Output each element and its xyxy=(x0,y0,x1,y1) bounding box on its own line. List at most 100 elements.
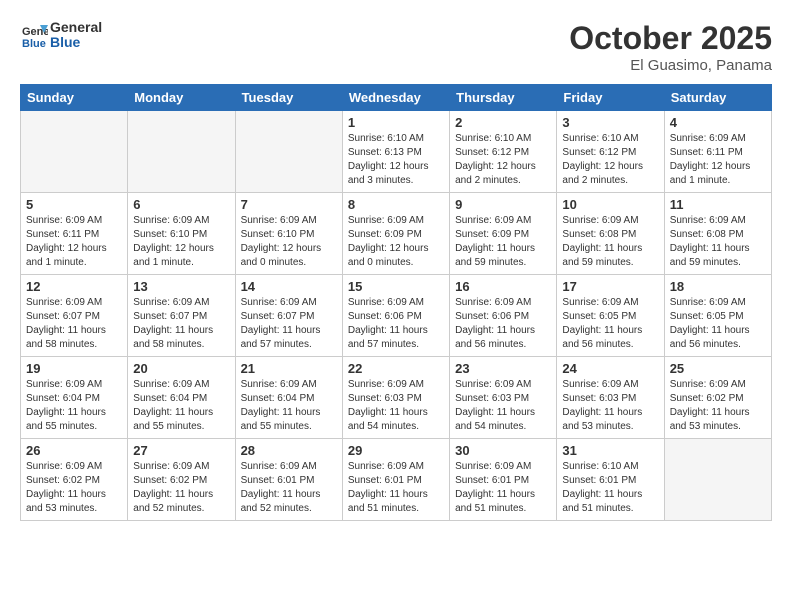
day-number: 14 xyxy=(241,279,337,294)
day-info: Sunrise: 6:09 AM Sunset: 6:10 PM Dayligh… xyxy=(241,214,337,270)
weekday-header-friday: Friday xyxy=(557,85,664,111)
weekday-header-monday: Monday xyxy=(128,85,235,111)
day-info: Sunrise: 6:09 AM Sunset: 6:03 PM Dayligh… xyxy=(455,378,551,434)
day-info: Sunrise: 6:09 AM Sunset: 6:07 PM Dayligh… xyxy=(133,296,229,352)
calendar-cell: 24 Sunrise: 6:09 AM Sunset: 6:03 PM Dayli… xyxy=(557,357,664,439)
day-info: Sunrise: 6:09 AM Sunset: 6:07 PM Dayligh… xyxy=(241,296,337,352)
day-info: Sunrise: 6:09 AM Sunset: 6:11 PM Dayligh… xyxy=(670,132,766,188)
calendar-cell: 3Sunrise: 6:10 AM Sunset: 6:12 PM Daylig… xyxy=(557,111,664,193)
calendar-cell xyxy=(21,111,128,193)
day-number: 5 xyxy=(26,197,122,212)
day-info: Sunrise: 6:09 AM Sunset: 6:03 PM Dayligh… xyxy=(348,378,444,434)
day-number: 7 xyxy=(241,197,337,212)
day-number: 3 xyxy=(562,115,658,130)
svg-text:Blue: Blue xyxy=(22,38,46,49)
logo-blue: Blue xyxy=(50,34,80,50)
day-info: Sunrise: 6:10 AM Sunset: 6:13 PM Dayligh… xyxy=(348,132,444,188)
calendar-cell: 12 Sunrise: 6:09 AM Sunset: 6:07 PM Dayli… xyxy=(21,275,128,357)
day-number: 1 xyxy=(348,115,444,130)
day-number: 4 xyxy=(670,115,766,130)
day-info: Sunrise: 6:09 AM Sunset: 6:07 PM Dayligh… xyxy=(26,296,122,352)
weekday-header-thursday: Thursday xyxy=(450,85,557,111)
day-number: 28 xyxy=(241,443,337,458)
calendar-cell: 17Sunrise: 6:09 AM Sunset: 6:05 PM Dayli… xyxy=(557,275,664,357)
calendar-cell: 7 Sunrise: 6:09 AM Sunset: 6:10 PM Daylig… xyxy=(235,193,342,275)
day-number: 31 xyxy=(562,443,658,458)
weekday-header-tuesday: Tuesday xyxy=(235,85,342,111)
weekday-header-sunday: Sunday xyxy=(21,85,128,111)
day-number: 29 xyxy=(348,443,444,458)
day-number: 24 xyxy=(562,361,658,376)
title-block: October 2025 El Guasimo, Panama xyxy=(569,20,772,74)
calendar-cell: 2 Sunrise: 6:10 AM Sunset: 6:12 PM Daylig… xyxy=(450,111,557,193)
day-info: Sunrise: 6:09 AM Sunset: 6:03 PM Dayligh… xyxy=(562,378,658,434)
calendar-cell: 9 Sunrise: 6:09 AM Sunset: 6:09 PM Daylig… xyxy=(450,193,557,275)
day-number: 12 xyxy=(26,279,122,294)
day-number: 6 xyxy=(133,197,229,212)
day-number: 2 xyxy=(455,115,551,130)
day-number: 19 xyxy=(26,361,122,376)
day-info: Sunrise: 6:09 AM Sunset: 6:09 PM Dayligh… xyxy=(455,214,551,270)
day-number: 18 xyxy=(670,279,766,294)
day-number: 8 xyxy=(348,197,444,212)
day-info: Sunrise: 6:09 AM Sunset: 6:08 PM Dayligh… xyxy=(670,214,766,270)
day-number: 30 xyxy=(455,443,551,458)
calendar-cell xyxy=(235,111,342,193)
location: El Guasimo, Panama xyxy=(569,57,772,74)
weekday-header-saturday: Saturday xyxy=(664,85,771,111)
calendar-cell: 26Sunrise: 6:09 AM Sunset: 6:02 PM Dayli… xyxy=(21,439,128,521)
day-info: Sunrise: 6:09 AM Sunset: 6:01 PM Dayligh… xyxy=(241,460,337,516)
calendar-cell: 21Sunrise: 6:09 AM Sunset: 6:04 PM Dayli… xyxy=(235,357,342,439)
day-number: 11 xyxy=(670,197,766,212)
day-number: 17 xyxy=(562,279,658,294)
calendar-cell xyxy=(128,111,235,193)
calendar-cell: 20Sunrise: 6:09 AM Sunset: 6:04 PM Dayli… xyxy=(128,357,235,439)
calendar-cell: 18 Sunrise: 6:09 AM Sunset: 6:05 PM Dayli… xyxy=(664,275,771,357)
calendar-cell: 28 Sunrise: 6:09 AM Sunset: 6:01 PM Dayli… xyxy=(235,439,342,521)
calendar-cell: 4 Sunrise: 6:09 AM Sunset: 6:11 PM Daylig… xyxy=(664,111,771,193)
day-info: Sunrise: 6:09 AM Sunset: 6:06 PM Dayligh… xyxy=(455,296,551,352)
day-number: 16 xyxy=(455,279,551,294)
day-number: 10 xyxy=(562,197,658,212)
week-row-2: 5 Sunrise: 6:09 AM Sunset: 6:11 PM Daylig… xyxy=(21,193,772,275)
day-number: 23 xyxy=(455,361,551,376)
weekday-header-wednesday: Wednesday xyxy=(342,85,449,111)
day-info: Sunrise: 6:09 AM Sunset: 6:11 PM Dayligh… xyxy=(26,214,122,270)
calendar-cell: 13 Sunrise: 6:09 AM Sunset: 6:07 PM Dayli… xyxy=(128,275,235,357)
calendar-cell: 22 Sunrise: 6:09 AM Sunset: 6:03 PM Dayli… xyxy=(342,357,449,439)
day-number: 27 xyxy=(133,443,229,458)
calendar-cell: 31Sunrise: 6:10 AM Sunset: 6:01 PM Dayli… xyxy=(557,439,664,521)
logo: General Blue General Blue xyxy=(20,20,102,51)
day-info: Sunrise: 6:09 AM Sunset: 6:09 PM Dayligh… xyxy=(348,214,444,270)
day-number: 25 xyxy=(670,361,766,376)
week-row-4: 19 Sunrise: 6:09 AM Sunset: 6:04 PM Dayli… xyxy=(21,357,772,439)
day-info: Sunrise: 6:09 AM Sunset: 6:02 PM Dayligh… xyxy=(26,460,122,516)
calendar-cell: 16 Sunrise: 6:09 AM Sunset: 6:06 PM Dayli… xyxy=(450,275,557,357)
calendar-cell: 1 Sunrise: 6:10 AM Sunset: 6:13 PM Daylig… xyxy=(342,111,449,193)
day-info: Sunrise: 6:09 AM Sunset: 6:02 PM Dayligh… xyxy=(670,378,766,434)
day-number: 22 xyxy=(348,361,444,376)
day-number: 9 xyxy=(455,197,551,212)
day-info: Sunrise: 6:09 AM Sunset: 6:08 PM Dayligh… xyxy=(562,214,658,270)
month-title: October 2025 xyxy=(569,20,772,57)
day-info: Sunrise: 6:09 AM Sunset: 6:06 PM Dayligh… xyxy=(348,296,444,352)
calendar-cell: 27 Sunrise: 6:09 AM Sunset: 6:02 PM Dayli… xyxy=(128,439,235,521)
day-info: Sunrise: 6:09 AM Sunset: 6:02 PM Dayligh… xyxy=(133,460,229,516)
calendar-cell: 6Sunrise: 6:09 AM Sunset: 6:10 PM Daylig… xyxy=(128,193,235,275)
day-number: 15 xyxy=(348,279,444,294)
day-info: Sunrise: 6:10 AM Sunset: 6:12 PM Dayligh… xyxy=(455,132,551,188)
day-info: Sunrise: 6:09 AM Sunset: 6:04 PM Dayligh… xyxy=(26,378,122,434)
day-info: Sunrise: 6:09 AM Sunset: 6:01 PM Dayligh… xyxy=(348,460,444,516)
day-number: 20 xyxy=(133,361,229,376)
calendar-cell xyxy=(664,439,771,521)
logo-icon: General Blue xyxy=(20,21,48,49)
day-info: Sunrise: 6:09 AM Sunset: 6:04 PM Dayligh… xyxy=(241,378,337,434)
calendar-cell: 10 Sunrise: 6:09 AM Sunset: 6:08 PM Dayli… xyxy=(557,193,664,275)
day-number: 13 xyxy=(133,279,229,294)
calendar-cell: 19 Sunrise: 6:09 AM Sunset: 6:04 PM Dayli… xyxy=(21,357,128,439)
day-info: Sunrise: 6:09 AM Sunset: 6:05 PM Dayligh… xyxy=(670,296,766,352)
week-row-3: 12 Sunrise: 6:09 AM Sunset: 6:07 PM Dayli… xyxy=(21,275,772,357)
calendar-cell: 11 Sunrise: 6:09 AM Sunset: 6:08 PM Dayli… xyxy=(664,193,771,275)
calendar-cell: 15 Sunrise: 6:09 AM Sunset: 6:06 PM Dayli… xyxy=(342,275,449,357)
calendar-cell: 25 Sunrise: 6:09 AM Sunset: 6:02 PM Dayli… xyxy=(664,357,771,439)
